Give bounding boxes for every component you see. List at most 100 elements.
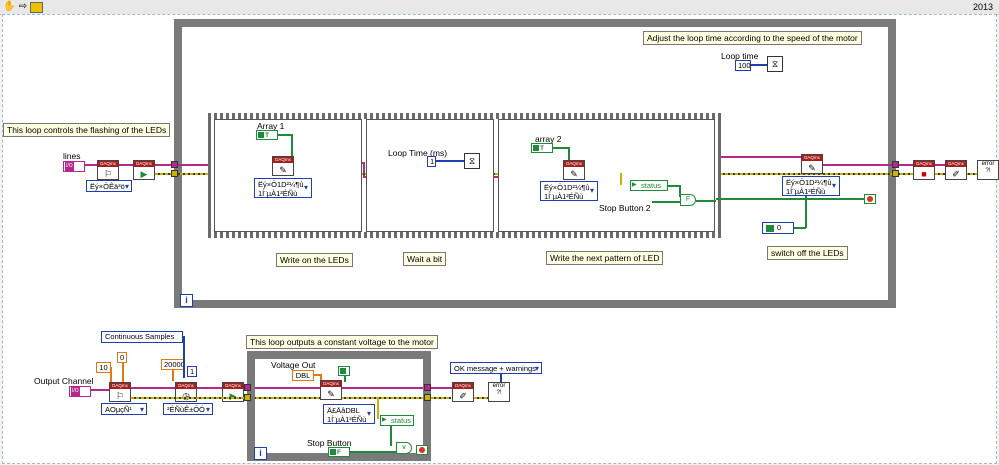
arrow-right-icon[interactable]: ⇨ xyxy=(17,1,29,13)
wire-task xyxy=(131,387,175,389)
error-dialog-selector[interactable]: OK message + warnings xyxy=(450,362,542,374)
wire-bool xyxy=(652,201,680,203)
comment-write-leds: Write on the LEDs xyxy=(276,253,353,267)
eraser-icon: ✐ xyxy=(952,169,960,179)
wire-int xyxy=(500,374,502,382)
wire-bool xyxy=(291,134,293,156)
loop-iteration-terminal-2[interactable]: i xyxy=(254,447,267,460)
status-indicator: status xyxy=(630,180,668,191)
loop-iteration-terminal[interactable]: i xyxy=(180,294,193,307)
daqmx-timing-vi[interactable]: DAQmx ◷ xyxy=(175,382,197,402)
timing-selector[interactable]: ²ÉÑùÊ±ÖÓ xyxy=(163,403,213,415)
wire-task xyxy=(91,389,109,391)
daqmx-clear-task-vi[interactable]: DAQmx ✐ xyxy=(945,160,967,180)
create-ao-selector[interactable]: AOµçÑ¹ xyxy=(101,403,147,415)
tunnel-error-in xyxy=(171,170,178,177)
wire-task xyxy=(119,164,133,166)
daqmx-start-ao-vi[interactable]: DAQmx ▶ xyxy=(222,382,244,402)
sample-mode-constant[interactable]: Continuous Samples xyxy=(101,331,183,343)
comment-wait-bit: Wait a bit xyxy=(403,252,447,266)
wire-bool xyxy=(278,134,292,136)
loop-time-ms-control[interactable]: 1 xyxy=(427,156,436,167)
daqmx-start-task-vi[interactable]: DAQmx ▶ xyxy=(133,160,155,180)
array2-constant[interactable]: T xyxy=(531,143,553,153)
wire-error xyxy=(474,397,488,399)
write-digital-selector-1[interactable]: Ëý×Ö1D²¼¶û 1Í¨µÀ1²ÉÑù xyxy=(254,178,312,198)
clock-icon: ◷ xyxy=(182,391,190,401)
tunnel-error-in-2 xyxy=(244,394,251,401)
wire-task xyxy=(719,156,803,158)
daqmx-write-vi-1[interactable]: DAQmx ✎ xyxy=(272,156,294,176)
switch-off-constant[interactable]: 0 xyxy=(762,222,794,234)
highlight-icon[interactable] xyxy=(30,2,43,13)
lines-label: lines xyxy=(63,151,81,161)
wire-task xyxy=(197,387,222,389)
version-label: 2013 xyxy=(972,2,993,12)
start-icon: ▶ xyxy=(140,169,148,179)
max-value-constant[interactable]: 10 xyxy=(96,362,111,373)
comment-write-next: Write the next pattern of LED xyxy=(546,251,664,265)
daqmx-clear-ao-vi[interactable]: DAQmx ✐ xyxy=(452,382,474,402)
wire-bool xyxy=(553,147,569,149)
wait-ms-icon[interactable]: ⧖ xyxy=(767,56,783,72)
wait-ms-icon[interactable]: ⧖ xyxy=(464,153,480,169)
stop-terminal xyxy=(416,445,428,455)
or-gate[interactable]: F xyxy=(680,194,696,206)
pencil-icon: ✎ xyxy=(327,389,335,399)
pencil-icon: ✎ xyxy=(808,163,816,173)
wire-bool xyxy=(696,200,716,202)
hand-cursor-icon[interactable]: ✋ xyxy=(3,1,15,13)
wire-bool xyxy=(344,376,346,382)
loop-time-control[interactable]: 100 xyxy=(735,60,751,71)
wire-bool xyxy=(805,196,807,228)
stop-button-control[interactable]: F xyxy=(328,447,350,457)
write-analog-selector[interactable]: Ä£ÄâDBL 1Í¨µÀ1²ÉÑù xyxy=(323,404,375,424)
wire-bool xyxy=(716,198,866,200)
write-digital-selector-2[interactable]: Ëý×Ö1D²¼¶û 1Í¨µÀ1²ÉÑù xyxy=(540,181,598,201)
write-digital-selector-3[interactable]: Ëý×Ö1D²¼¶û 1Í¨µÀ1²ÉÑù xyxy=(782,176,840,196)
eraser-icon: ✐ xyxy=(459,391,467,401)
tunnel-task-in-2 xyxy=(244,384,251,391)
wire-int xyxy=(183,336,185,378)
wire-float xyxy=(122,362,124,382)
voltage-out-label: Voltage Out xyxy=(271,360,316,370)
loop-time-ms-label: Loop Time (ms) xyxy=(388,148,448,158)
wire-int xyxy=(436,160,464,162)
stop-button-2-label: Stop Button 2 xyxy=(599,203,651,213)
simple-error-handler-vi[interactable]: error?! xyxy=(977,160,999,180)
samples-constant[interactable]: 1 xyxy=(187,366,197,377)
or-gate-2[interactable]: ∨ xyxy=(396,442,412,454)
channel-icon: ⚐ xyxy=(115,391,125,401)
pencil-icon: ✎ xyxy=(570,169,578,179)
daqmx-create-channel-vi[interactable]: DAQmx ⚐ xyxy=(97,160,119,180)
daqmx-write-ao-vi[interactable]: DAQmx ✎ xyxy=(320,380,342,400)
comment-adjust-time: Adjust the loop time according to the sp… xyxy=(643,31,862,45)
daqmx-create-ao-channel-vi[interactable]: DAQmx ⚐ xyxy=(109,382,131,402)
wire-int xyxy=(751,64,767,66)
tunnel-task-out xyxy=(892,161,899,168)
array1-constant[interactable]: T xyxy=(256,130,278,140)
daqmx-stop-task-vi[interactable]: DAQmx ■ xyxy=(913,160,935,180)
voltage-out-control[interactable]: DBL xyxy=(292,370,314,381)
wire-error xyxy=(377,397,379,419)
create-do-selector[interactable]: Ëý×ÖÊä³ö xyxy=(86,180,132,192)
toolbar: ✋ ⇨ 2013 xyxy=(0,0,999,15)
output-channel-control[interactable] xyxy=(69,386,91,397)
tunnel-error-out xyxy=(892,170,899,177)
simple-error-handler-vi-2[interactable]: error?! xyxy=(488,382,510,402)
sequence-frame-3 xyxy=(498,119,715,232)
pencil-icon: ✎ xyxy=(279,165,287,175)
stop-indicator xyxy=(864,194,876,204)
daqmx-write-vi-3[interactable]: DAQmx ✎ xyxy=(801,154,823,174)
comment-voltage-loop: This loop outputs a constant voltage to … xyxy=(246,335,438,349)
wire-task xyxy=(85,164,97,166)
daqmx-write-vi-2[interactable]: DAQmx ✎ xyxy=(563,160,585,180)
sequence-frame-2 xyxy=(366,119,494,232)
tunnel-task-in xyxy=(171,161,178,168)
lines-control[interactable] xyxy=(63,161,85,172)
wire-float xyxy=(110,367,112,382)
tunnel-task-out-2 xyxy=(424,384,431,391)
wire-bool xyxy=(390,426,392,446)
true-constant[interactable]: T xyxy=(338,366,350,376)
wire-task xyxy=(823,164,913,166)
